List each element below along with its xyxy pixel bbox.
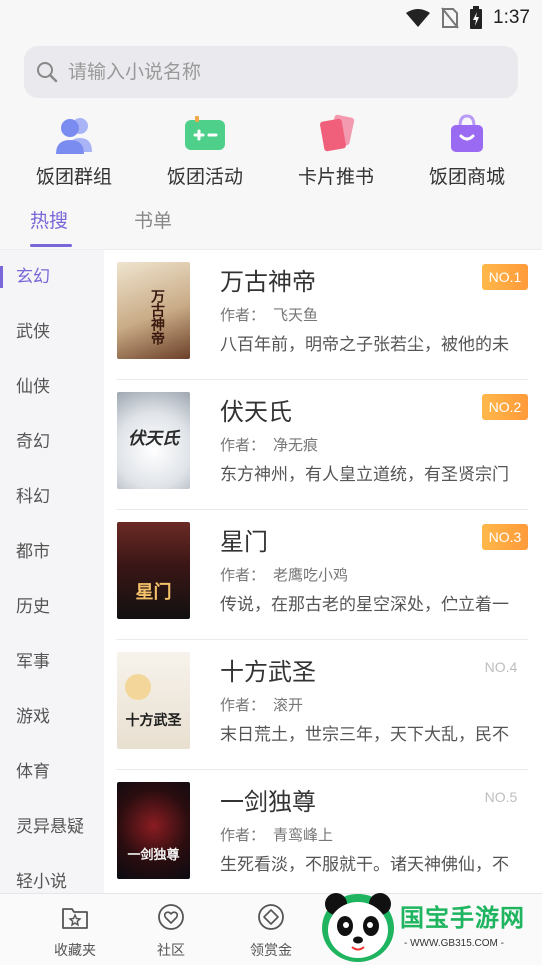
status-bar: 1:37: [0, 0, 542, 36]
book-title: 星门: [220, 528, 268, 556]
quick-actions: 饭团群组 饭团活动 卡片推书 饭团商城: [0, 110, 542, 192]
cover-title: 十方武圣: [125, 713, 182, 729]
category-item[interactable]: 玄幻: [0, 250, 104, 305]
book-cover: 一剑独尊: [117, 782, 190, 879]
cover-title: 星门: [135, 582, 172, 603]
wifi-icon: [406, 9, 431, 27]
no-sim-icon: [441, 7, 459, 29]
rank-badge: NO.4: [484, 659, 518, 675]
nav-favorites[interactable]: 收藏夹: [40, 902, 110, 960]
status-icons: 1:37: [405, 6, 530, 30]
search-icon: [37, 62, 58, 83]
search-input[interactable]: [68, 61, 488, 83]
cards-icon: [320, 114, 355, 152]
book-item[interactable]: 一剑独尊 一剑独尊 作者： 青鸾峰上 生死看淡，不服就干。诸天神佛仙，不 NO.5: [104, 770, 542, 893]
category-item[interactable]: 游戏: [0, 690, 104, 745]
book-cover: 万古神帝: [117, 262, 190, 359]
book-description: 八百年前，明帝之子张若尘，被他的未: [220, 335, 509, 355]
battery-charging-icon: [470, 6, 483, 29]
category-sidebar: 玄幻 武侠 仙侠 奇幻 科幻 都市 历史 军事 游戏 体育 灵异悬疑 轻小说: [0, 250, 104, 893]
book-item[interactable]: 星门 星门 作者： 老鹰吃小鸡 传说，在那古老的星空深处，伫立着一 NO.3: [104, 510, 542, 640]
search-area: [0, 36, 542, 110]
category-item[interactable]: 轻小说: [0, 855, 104, 893]
category-item[interactable]: 军事: [0, 635, 104, 690]
book-cover: 伏天氏: [117, 392, 190, 489]
tab-bar: 热搜 书单: [0, 192, 542, 250]
active-tab-indicator: [30, 244, 72, 247]
quick-action-label: 卡片推书: [297, 166, 374, 188]
favorites-icon: [62, 908, 88, 929]
book-author: 作者： 老鹰吃小鸡: [220, 566, 349, 584]
rank-badge: NO.1: [482, 264, 528, 290]
panda-logo-icon: [322, 893, 394, 962]
card-recommend-button[interactable]: 卡片推书: [276, 114, 396, 189]
nav-reward[interactable]: 领赏金: [236, 902, 306, 960]
rank-badge: NO.5: [484, 789, 518, 805]
cover-title: 万古神帝: [149, 289, 165, 345]
group-icon: [56, 118, 92, 154]
tab-hot-search[interactable]: 热搜: [30, 206, 68, 233]
book-description: 末日荒土，世宗三年，天下大乱，民不: [220, 725, 509, 745]
book-cover: 十方武圣: [117, 652, 190, 749]
community-icon: [158, 904, 184, 930]
status-time: 1:37: [493, 7, 530, 28]
rank-badge: NO.3: [482, 524, 528, 550]
category-item[interactable]: 奇幻: [0, 415, 104, 470]
book-title: 伏天氏: [220, 398, 292, 426]
book-title: 十方武圣: [220, 658, 316, 686]
book-item[interactable]: 伏天氏 伏天氏 作者： 净无痕 东方神州，有人皇立道统，有圣贤宗门 NO.2: [104, 380, 542, 510]
quick-action-label: 饭团商城: [428, 166, 505, 188]
book-item[interactable]: 十方武圣 十方武圣 作者： 滚开 末日荒土，世宗三年，天下大乱，民不 NO.4: [104, 640, 542, 770]
rank-badge: NO.2: [482, 394, 528, 420]
category-item[interactable]: 武侠: [0, 305, 104, 360]
book-author: 作者： 净无痕: [220, 436, 319, 454]
book-author: 作者： 滚开: [220, 696, 304, 714]
search-box[interactable]: [24, 46, 518, 98]
group-chat-button[interactable]: 饭团群组: [14, 114, 134, 189]
book-list: 万古神帝 万古神帝 作者： 飞天鱼 八百年前，明帝之子张若尘，被他的未 NO.1 …: [104, 250, 542, 893]
nav-community[interactable]: 社区: [136, 902, 206, 960]
gamepad-icon: [185, 116, 225, 150]
book-description: 东方神州，有人皇立道统，有圣贤宗门: [220, 465, 509, 485]
category-item[interactable]: 历史: [0, 580, 104, 635]
cover-title: 伏天氏: [128, 429, 179, 449]
reward-icon: [258, 904, 284, 930]
activity-button[interactable]: 饭团活动: [145, 114, 265, 189]
book-author: 作者： 飞天鱼: [220, 306, 319, 324]
book-title: 一剑独尊: [220, 788, 316, 816]
nav-label: 收藏夹: [54, 943, 96, 959]
category-item[interactable]: 都市: [0, 525, 104, 580]
tab-book-list[interactable]: 书单: [134, 206, 172, 233]
category-item[interactable]: 体育: [0, 745, 104, 800]
shopping-bag-icon: [451, 114, 483, 152]
nav-label: 领赏金: [250, 943, 292, 959]
book-author: 作者： 青鸾峰上: [220, 826, 334, 844]
shop-button[interactable]: 饭团商城: [407, 114, 527, 189]
book-cover: 星门: [117, 522, 190, 619]
quick-action-label: 饭团活动: [166, 166, 243, 188]
cover-title: 一剑独尊: [127, 848, 180, 863]
watermark-title: 国宝手游网: [400, 904, 525, 932]
nav-label: 社区: [157, 943, 185, 959]
watermark: 国宝手游网 - WWW.GB315.COM -: [316, 888, 542, 965]
book-description: 传说，在那古老的星空深处，伫立着一: [220, 595, 509, 615]
category-item[interactable]: 科幻: [0, 470, 104, 525]
quick-action-label: 饭团群组: [35, 166, 112, 188]
book-description: 生死看淡，不服就干。诸天神佛仙，不: [220, 855, 509, 875]
category-item[interactable]: 灵异悬疑: [0, 800, 104, 855]
book-item[interactable]: 万古神帝 万古神帝 作者： 飞天鱼 八百年前，明帝之子张若尘，被他的未 NO.1: [104, 250, 542, 380]
category-item[interactable]: 仙侠: [0, 360, 104, 415]
watermark-url: - WWW.GB315.COM -: [404, 938, 504, 949]
book-title: 万古神帝: [220, 268, 316, 296]
